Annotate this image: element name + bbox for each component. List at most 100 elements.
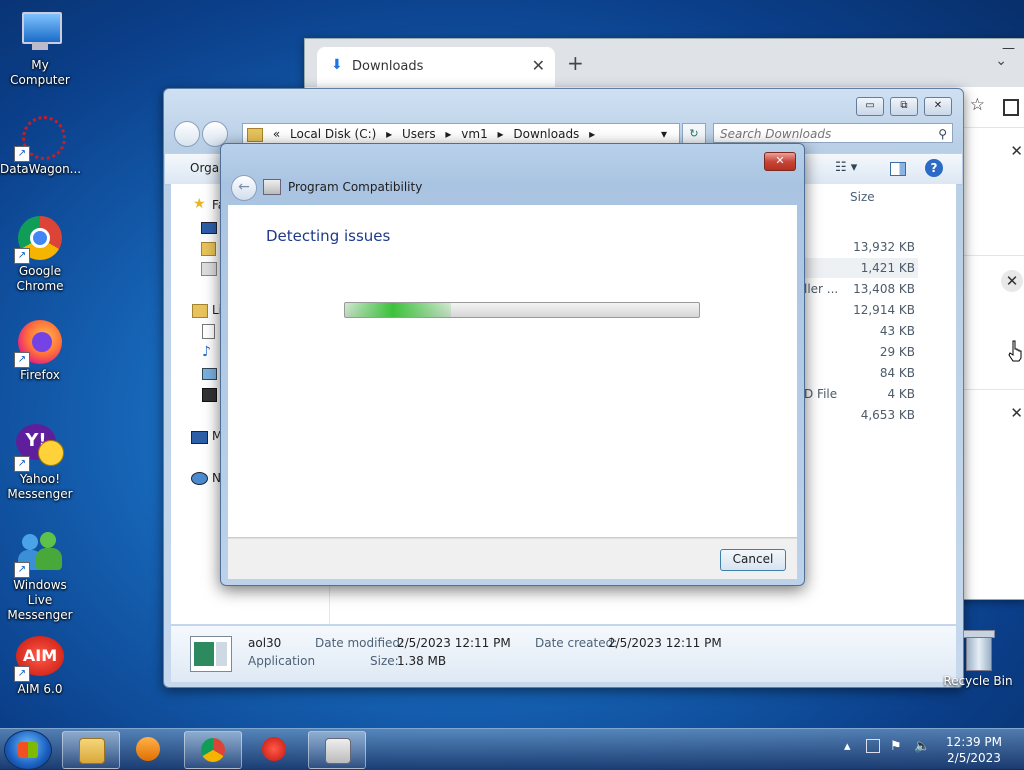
desktop-icon-label: Recycle Bin	[943, 674, 1013, 688]
desktop-icon-label: DataWagon...	[0, 162, 82, 176]
breadcrumb-downloads[interactable]: Downloads	[513, 127, 579, 141]
date-modified-value: 2/5/2023 12:11 PM	[397, 636, 511, 650]
dialog-body: Detecting issues	[228, 205, 797, 537]
preview-pane-icon[interactable]	[890, 162, 906, 176]
file-size: 1,421 KB	[860, 261, 915, 275]
download-remove-icon[interactable]: ✕	[1010, 142, 1023, 160]
breadcrumb-vm1[interactable]: vm1	[461, 127, 487, 141]
address-dropdown-icon[interactable]: ▾	[661, 124, 667, 144]
dialog-footer: Cancel	[228, 538, 797, 579]
new-tab-button[interactable]: +	[567, 51, 584, 75]
taskbar-program-compatibility[interactable]	[308, 731, 366, 769]
tab-downloads[interactable]: ⬇ Downloads ✕	[317, 47, 555, 87]
desktop-icon-label: Firefox	[20, 368, 60, 382]
desktop-icon-label: Windows Live Messenger	[7, 578, 73, 622]
desktop-icon-my-computer[interactable]: My Computer	[0, 8, 80, 88]
music-icon[interactable]: ♪	[202, 344, 211, 360]
dialog-close-button[interactable]: ✕	[764, 152, 796, 171]
recycle-bin-icon	[963, 630, 995, 671]
pictures-icon[interactable]	[202, 368, 217, 380]
refresh-button[interactable]: ↻	[682, 123, 706, 145]
volume-icon[interactable]: 🔈	[914, 739, 930, 754]
chrome-icon: ↗	[14, 214, 64, 264]
search-icon: ⚲	[938, 127, 947, 141]
desktop-icon-windows-live-messenger[interactable]: ↗ Windows Live Messenger	[0, 528, 80, 623]
desktop-icon-datawagon[interactable]: ↗ DataWagon...	[0, 112, 82, 177]
desktop-icon-google-chrome[interactable]: ↗ Google Chrome	[0, 214, 80, 294]
tab-close-icon[interactable]: ✕	[532, 56, 545, 75]
address-prefix[interactable]: «	[273, 127, 280, 141]
favorites-star-icon: ★	[193, 196, 206, 212]
address-bar[interactable]: « Local Disk (C:) ▸ Users ▸ vm1 ▸ Downlo…	[242, 123, 680, 145]
dialog-back-button[interactable]: ←	[231, 175, 257, 201]
details-file-name: aol30	[248, 636, 282, 650]
download-item[interactable]: ✕	[963, 389, 1024, 512]
view-options-icon[interactable]: ☷ ▾	[835, 160, 857, 175]
tab-search-chevron-icon[interactable]: ⌄	[995, 53, 1007, 69]
side-panel-icon[interactable]	[1003, 99, 1019, 116]
desktop-icon-recycle-bin[interactable]: Recycle Bin	[940, 630, 1016, 688]
media-player-icon	[136, 737, 160, 761]
network-tray-icon[interactable]	[866, 739, 880, 753]
file-size: 43 KB	[879, 324, 915, 338]
restore-button[interactable]: ⧉	[890, 97, 918, 116]
libraries-icon	[192, 304, 208, 318]
clock[interactable]: 12:39 PM 2/5/2023	[944, 734, 1004, 766]
breadcrumb-users[interactable]: Users	[402, 127, 436, 141]
desktop-icon-aim[interactable]: AIM ↗ AIM 6.0	[0, 632, 80, 697]
action-center-flag-icon[interactable]: ⚑	[890, 739, 902, 754]
file-size: 4,653 KB	[860, 408, 915, 422]
show-hidden-icons[interactable]: ▴	[844, 739, 851, 754]
breadcrumb-separator-icon[interactable]: ▸	[445, 127, 451, 141]
minimize-button[interactable]: ▭	[856, 97, 884, 116]
taskbar: ▴ ⚑ 🔈 12:39 PM 2/5/2023	[0, 728, 1024, 770]
file-type: ller ...	[804, 282, 839, 296]
search-input[interactable]: Search Downloads ⚲	[713, 123, 953, 143]
start-button[interactable]	[4, 730, 52, 770]
clock-date: 2/5/2023	[947, 751, 1001, 765]
cancel-button[interactable]: Cancel	[720, 549, 786, 571]
taskbar-chrome[interactable]	[184, 731, 242, 769]
documents-icon[interactable]	[202, 324, 215, 339]
help-icon[interactable]: ?	[925, 159, 943, 177]
messenger-people-icon: ↗	[14, 528, 64, 578]
dialog-title: Program Compatibility	[288, 180, 423, 194]
recent-places-icon[interactable]	[201, 262, 217, 276]
download-remove-icon[interactable]: ✕	[1010, 404, 1023, 422]
downloads-folder-icon[interactable]	[201, 242, 216, 256]
folder-icon	[247, 127, 263, 142]
program-compatibility-dialog[interactable]: ✕ ← Program Compatibility Detecting issu…	[220, 143, 805, 586]
yahoo-messenger-icon: Y! ↗	[14, 422, 64, 472]
file-size: 13,408 KB	[853, 282, 915, 296]
download-item[interactable]: ✕	[963, 127, 1024, 252]
date-created-value: 2/5/2023 12:11 PM	[608, 636, 722, 650]
application-icon	[190, 636, 232, 672]
size-label: Size:	[370, 654, 399, 668]
column-header-size[interactable]: Size	[850, 190, 875, 204]
breadcrumb-separator-icon[interactable]: ▸	[589, 127, 595, 141]
desktop-icon-yahoo-messenger[interactable]: Y! ↗ Yahoo! Messenger	[0, 422, 80, 502]
breadcrumb-separator-icon[interactable]: ▸	[498, 127, 504, 141]
windows-flag-icon	[18, 742, 38, 758]
desktop-icon-label: Google Chrome	[16, 264, 64, 293]
firefox-icon: ↗	[14, 318, 64, 368]
taskbar-aim[interactable]	[246, 731, 302, 767]
date-created-label: Date created:	[535, 636, 618, 650]
datawagon-icon: ↗	[14, 112, 66, 162]
chrome-tab-strip: ⬇ Downloads ✕ + — ⌄	[305, 39, 1024, 87]
date-modified-label: Date modified:	[315, 636, 405, 650]
desktop-icon[interactable]	[201, 222, 217, 234]
taskbar-explorer[interactable]	[62, 731, 120, 769]
breadcrumb-separator-icon[interactable]: ▸	[386, 127, 392, 141]
taskbar-media-player[interactable]	[122, 731, 178, 767]
file-size: 12,914 KB	[853, 303, 915, 317]
chrome-icon	[201, 738, 225, 762]
close-button[interactable]: ✕	[924, 97, 952, 116]
clock-time: 12:39 PM	[946, 735, 1002, 749]
download-remove-icon[interactable]: ✕	[1001, 270, 1023, 292]
videos-icon[interactable]	[202, 388, 217, 402]
breadcrumb-local-disk[interactable]: Local Disk (C:)	[290, 127, 376, 141]
back-button[interactable]	[174, 121, 200, 147]
desktop-icon-firefox[interactable]: ↗ Firefox	[0, 318, 80, 383]
bookmark-star-icon[interactable]: ☆	[970, 95, 985, 115]
